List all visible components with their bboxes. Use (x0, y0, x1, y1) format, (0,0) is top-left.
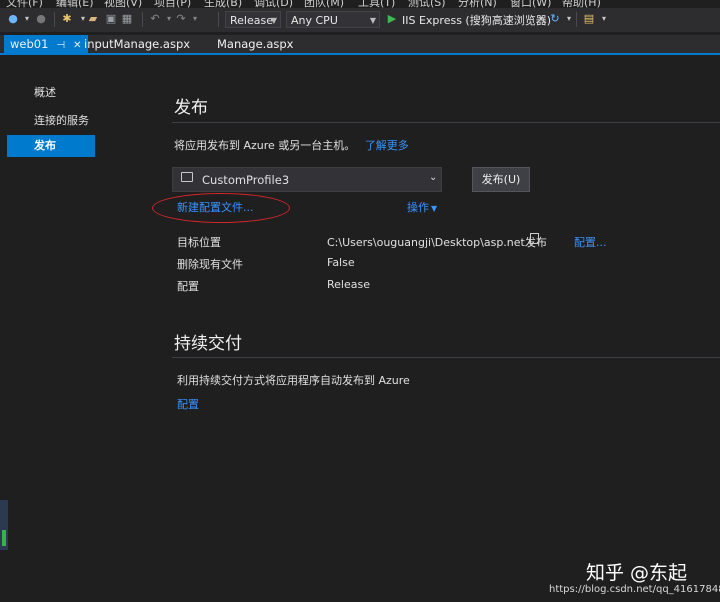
learn-more-link[interactable]: 了解更多 (365, 139, 409, 152)
cd-configure-link[interactable]: 配置 (177, 396, 199, 412)
detail-label-config: 配置 (177, 280, 199, 293)
redo-icon[interactable]: ↷ (174, 12, 188, 26)
chevron-down-icon: ⌄ (429, 172, 438, 183)
edge-meter (2, 530, 6, 546)
publish-title: 发布 (174, 98, 208, 118)
tab-manage[interactable]: Manage.aspx (217, 35, 293, 53)
divider (172, 357, 720, 358)
undo-icon[interactable]: ↶ (148, 12, 162, 26)
toolbar: ● ▾ ● ✱ ▾ ▰ ▣ ▦ ↶ ▾ ↷ ▾ Release ▼ Any CP… (0, 8, 720, 32)
chevron-down-icon: ▼ (270, 16, 277, 25)
save-icon[interactable]: ▣ (104, 12, 118, 26)
profile-select[interactable]: CustomProfile3 ⌄ (172, 167, 442, 192)
tab-label: inputManage.aspx (84, 37, 191, 51)
run-icon[interactable]: ▶ (385, 12, 399, 26)
nav-item-overview[interactable]: 概述 (34, 84, 56, 100)
nav-item-publish[interactable]: 发布 (7, 135, 95, 157)
publish-description-text: 将应用发布到 Azure 或另一台主机。 (174, 139, 356, 152)
document-tabs: web01 ⊣ ✕ inputManage.aspx Manage.aspx (0, 35, 720, 55)
browser-link-icon[interactable]: ▤ (582, 12, 596, 26)
annotation-circle (152, 193, 290, 223)
redo-dropdown-icon[interactable]: ▾ (188, 12, 202, 26)
detail-value-config: Release (327, 278, 370, 291)
toolbar-separator (218, 12, 219, 27)
toolbar-separator (54, 12, 55, 27)
run-dropdown-icon[interactable]: ▾ (534, 12, 548, 26)
forward-icon[interactable]: ● (34, 12, 48, 26)
divider (172, 122, 720, 123)
publish-button[interactable]: 发布(U) (472, 167, 530, 192)
caret-down-icon: ▼ (431, 204, 438, 213)
menu-bar: 文件(F) 编辑(E) 视图(V) 项目(P) 生成(B) 调试(D) 团队(M… (0, 0, 720, 9)
copy-icon[interactable] (530, 233, 539, 244)
cd-title: 持续交付 (174, 334, 242, 354)
zhihu-watermark: 知乎 @东起 (586, 562, 688, 584)
nav-item-connected-services[interactable]: 连接的服务 (34, 112, 89, 128)
new-project-icon[interactable]: ✱ (60, 12, 74, 26)
detail-label-target: 目标位置 (177, 236, 221, 249)
overflow-icon[interactable]: ▾ (597, 12, 611, 26)
configuration-value: Release (230, 14, 273, 27)
back-icon[interactable]: ● (6, 12, 20, 26)
toolbar-separator (142, 12, 143, 27)
tab-label: web01 (10, 37, 49, 51)
detail-value-target: C:\Users\ouguangji\Desktop\asp.net发布 (327, 236, 547, 249)
platform-select[interactable]: Any CPU ▼ (286, 11, 380, 28)
chevron-down-icon: ▼ (369, 16, 376, 25)
detail-value-delete: False (327, 256, 355, 269)
refresh-dropdown-icon[interactable]: ▾ (562, 12, 576, 26)
folder-icon (181, 172, 193, 182)
actions-label: 操作 (407, 201, 429, 214)
configuration-select[interactable]: Release ▼ (225, 11, 281, 28)
close-icon[interactable]: ✕ (73, 40, 81, 51)
pin-icon[interactable]: ⊣ (56, 40, 65, 51)
cd-description: 利用持续交付方式将应用程序自动发布到 Azure (177, 374, 410, 387)
save-all-icon[interactable]: ▦ (120, 12, 134, 26)
refresh-icon[interactable]: ↻ (548, 12, 562, 26)
configure-link[interactable]: 配置... (574, 234, 607, 250)
actions-menu[interactable]: 操作 ▼ (407, 199, 437, 215)
toolbar-separator (576, 12, 577, 27)
open-folder-icon[interactable]: ▰ (86, 12, 100, 26)
tab-web01[interactable]: web01 ⊣ ✕ (4, 35, 88, 53)
run-target-label[interactable]: IIS Express (搜狗高速浏览器) (402, 12, 551, 28)
back-dropdown-icon[interactable]: ▾ (20, 12, 34, 26)
platform-value: Any CPU (291, 14, 338, 27)
detail-label-delete: 删除现有文件 (177, 258, 243, 271)
csdn-watermark: https://blog.csdn.net/qq_41617848 (549, 584, 720, 595)
tab-inputmanage[interactable]: inputManage.aspx (84, 35, 190, 53)
publish-description: 将应用发布到 Azure 或另一台主机。 了解更多 (174, 137, 409, 153)
tab-label: Manage.aspx (217, 37, 294, 51)
profile-name: CustomProfile3 (202, 173, 290, 187)
